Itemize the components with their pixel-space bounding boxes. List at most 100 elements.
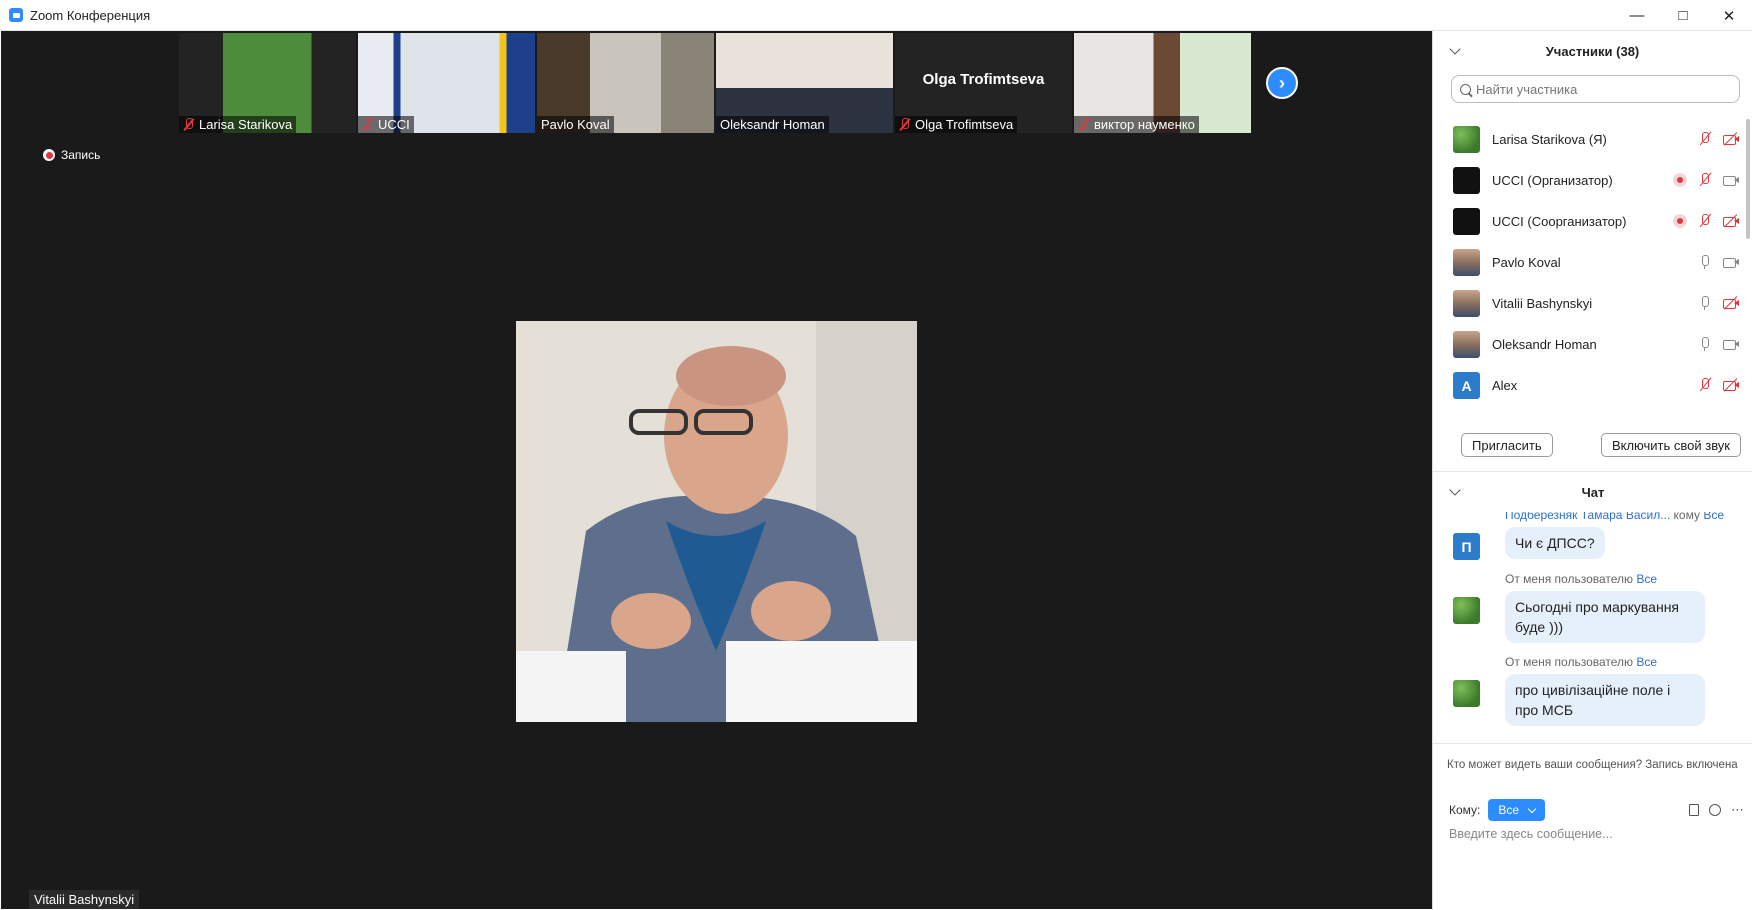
maximize-icon[interactable]: □: [1660, 0, 1706, 31]
mic-muted-icon[interactable]: [1697, 378, 1713, 392]
tile-name: Larisa Starikova: [179, 116, 297, 133]
participant-name: UCCI (Организатор): [1492, 173, 1613, 188]
tile-name: Olga Trofimtseva: [895, 116, 1018, 133]
camera-icon[interactable]: [1723, 173, 1739, 187]
participant-row[interactable]: Vitalii Bashynskyi: [1433, 283, 1745, 324]
participant-name: Vitalii Bashynskyi: [1492, 296, 1593, 311]
camera-off-icon[interactable]: [1723, 214, 1739, 228]
participant-row[interactable]: UCCI (Организатор): [1433, 160, 1745, 201]
participant-row[interactable]: Larisa Starikova (Я): [1433, 119, 1745, 160]
message-bubble: про цивілізаційне поле і про МСБ: [1505, 674, 1705, 726]
chat-message: От меня пользователю Все Сьогодні про ма…: [1433, 572, 1745, 643]
active-speaker-name: Vitalii Bashynskyi: [29, 890, 140, 909]
mic-muted-icon[interactable]: [1697, 214, 1713, 228]
video-tile[interactable]: UCCI: [358, 33, 535, 133]
to-label: Кому:: [1449, 803, 1481, 817]
message-bubble: Сьогодні про маркування буде ))): [1505, 591, 1705, 643]
window-controls: — □ ✕: [1614, 0, 1752, 31]
recording-icon: [1673, 173, 1687, 187]
mic-muted-icon: [899, 118, 910, 131]
chevron-down-icon[interactable]: [1449, 43, 1461, 55]
mic-icon[interactable]: [1697, 337, 1713, 351]
participant-name: UCCI (Соорганизатор): [1492, 214, 1627, 229]
participants-scrollbar[interactable]: [1746, 119, 1750, 239]
minimize-icon[interactable]: —: [1614, 0, 1660, 31]
participants-title: Участники (38): [1545, 43, 1640, 59]
active-speaker-photo: [516, 321, 917, 722]
participants-header: Участники (38): [1433, 31, 1752, 71]
camera-off-icon[interactable]: [1723, 378, 1739, 392]
avatar: [1453, 167, 1480, 194]
participant-actions: Пригласить Включить свой звук: [1433, 433, 1752, 457]
close-icon[interactable]: ✕: [1706, 0, 1752, 31]
participant-name: Oleksandr Homan: [1492, 337, 1597, 352]
search-placeholder: Найти участника: [1476, 81, 1578, 97]
participant-name: Pavlo Koval: [1492, 255, 1561, 270]
video-area: Larisa Starikova UCCI Pavlo Koval Oleksa…: [1, 31, 1432, 909]
record-icon: [43, 149, 55, 161]
participant-row[interactable]: Oleksandr Homan: [1433, 324, 1745, 365]
avatar: [1453, 597, 1480, 624]
more-icon[interactable]: ⋯: [1731, 802, 1745, 818]
video-tile[interactable]: Oleksandr Homan: [716, 33, 893, 133]
tile-name: Pavlo Koval: [537, 116, 614, 133]
search-icon: [1460, 83, 1471, 95]
avatar: [1453, 249, 1480, 276]
side-panel: Участники (38) Найти участника Larisa St…: [1432, 31, 1752, 910]
chat-message: Подберезняк Тамара Васил... кому Все П Ч…: [1433, 512, 1745, 560]
privacy-note[interactable]: Кто может видеть ваши сообщения? Запись …: [1433, 759, 1752, 775]
chevron-right-icon: ›: [1279, 72, 1285, 93]
filmstrip: Larisa Starikova UCCI Pavlo Koval Oleksa…: [179, 33, 1251, 133]
chat-message-input[interactable]: Введите здесь сообщение...: [1449, 827, 1613, 841]
mic-icon[interactable]: [1697, 296, 1713, 310]
message-meta: Подберезняк Тамара Васил... кому Все: [1505, 512, 1725, 522]
avatar: [1453, 208, 1480, 235]
avatar: A: [1453, 372, 1480, 399]
emoji-icon[interactable]: [1709, 804, 1721, 816]
mic-muted-icon[interactable]: [1697, 173, 1713, 187]
camera-off-icon[interactable]: [1723, 132, 1739, 146]
message-bubble: Чи є ДПСС?: [1505, 527, 1605, 559]
chat-header: Чат: [1433, 472, 1752, 512]
participant-row[interactable]: UCCI (Соорганизатор): [1433, 201, 1745, 242]
chat-recipient-row: Кому: Все ⋯: [1449, 799, 1745, 821]
message-meta: От меня пользователю Все: [1505, 655, 1658, 669]
participant-name: Alex: [1492, 378, 1518, 393]
participant-row[interactable]: A Alex: [1433, 365, 1745, 406]
speaker-portrait: [516, 321, 917, 722]
video-tile[interactable]: Pavlo Koval: [537, 33, 714, 133]
recording-indicator[interactable]: Запись: [43, 148, 100, 162]
recording-label: Запись: [61, 148, 101, 162]
file-icon[interactable]: [1689, 804, 1699, 816]
participant-list: Larisa Starikova (Я) UCCI (Организатор) …: [1433, 119, 1745, 409]
message-meta: От меня пользователю Все: [1505, 572, 1658, 586]
participant-row[interactable]: Pavlo Koval: [1433, 242, 1745, 283]
participant-search-input[interactable]: Найти участника: [1451, 75, 1740, 103]
avatar: [1453, 290, 1480, 317]
mic-muted-icon: [183, 118, 194, 131]
invite-button[interactable]: Пригласить: [1461, 433, 1553, 457]
video-tile[interactable]: виктор науменко: [1074, 33, 1251, 133]
video-tile[interactable]: Olga Trofimtseva Olga Trofimtseva: [895, 33, 1072, 133]
mic-muted-icon[interactable]: [1697, 132, 1713, 146]
avatar: [1453, 126, 1480, 153]
chat-messages: Подберезняк Тамара Васил... кому Все П Ч…: [1433, 512, 1745, 738]
unmute-self-button[interactable]: Включить свой звук: [1600, 433, 1741, 457]
mic-icon[interactable]: [1697, 255, 1713, 269]
chevron-down-icon[interactable]: [1449, 484, 1461, 496]
window-title-bar: Zoom Конференция — □ ✕: [0, 0, 1752, 31]
next-page-button[interactable]: ›: [1266, 67, 1298, 99]
tile-name: Oleksandr Homan: [716, 116, 829, 133]
avatar: [1453, 680, 1480, 707]
recording-icon: [1673, 214, 1687, 228]
video-tile[interactable]: Larisa Starikova: [179, 33, 356, 133]
tile-name: виктор науменко: [1074, 116, 1199, 133]
mic-muted-icon: [362, 118, 373, 131]
participant-name-placeholder: Olga Trofimtseva: [922, 71, 1045, 88]
window-title: Zoom Конференция: [30, 7, 151, 23]
camera-off-icon[interactable]: [1723, 296, 1739, 310]
camera-icon[interactable]: [1723, 255, 1739, 269]
recipient-select[interactable]: Все: [1488, 799, 1546, 821]
zoom-app-icon: [9, 8, 23, 22]
camera-icon[interactable]: [1723, 337, 1739, 351]
